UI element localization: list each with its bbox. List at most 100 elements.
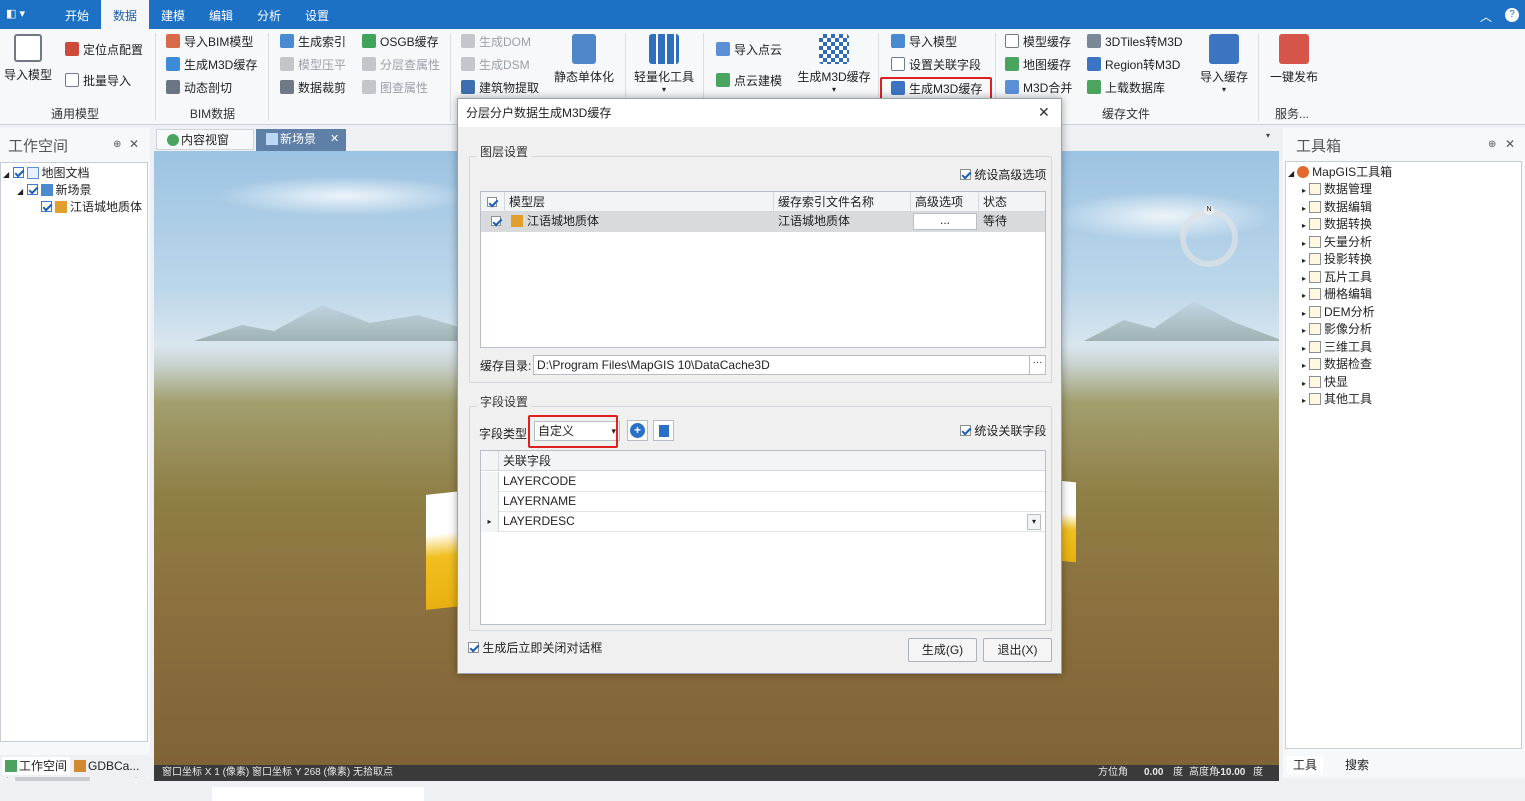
select-all-checkbox[interactable] [481, 192, 505, 212]
dynamic-section-button[interactable]: 动态剖切 [166, 78, 232, 98]
tree-node-toolbox-item[interactable]: ▸ 数据编辑 [1302, 199, 1372, 216]
point-cloud-modeling-button[interactable]: 点云建模 [716, 71, 782, 91]
tree-node-toolbox-item[interactable]: ▸ 数据管理 [1302, 181, 1372, 198]
app-menu-button[interactable]: ◧ ▾ [6, 7, 34, 23]
tree-node-toolbox-item[interactable]: ▸ 数据检查 [1302, 356, 1372, 373]
field-row[interactable]: LAYERNAME [481, 492, 1045, 512]
tab-analysis[interactable]: 分析 [246, 0, 292, 29]
tree-node-toolbox-item[interactable]: ▸ 其他工具 [1302, 391, 1372, 408]
tree-node-toolbox-item[interactable]: ▸ 瓦片工具 [1302, 269, 1372, 286]
expand-arrow-icon[interactable]: ▸ [1302, 396, 1306, 405]
field-row[interactable]: LAYERCODE [481, 472, 1045, 492]
pin-icon[interactable]: ⊕ [113, 139, 121, 150]
add-field-button[interactable]: + [627, 420, 648, 441]
tree-node-toolbox-item[interactable]: ▸ 矢量分析 [1302, 234, 1372, 251]
tab-new-scene[interactable]: 新场景 ✕ [256, 129, 346, 151]
close-icon[interactable]: ✕ [1038, 104, 1050, 121]
tree-node-toolbox-root[interactable]: ◢ MapGIS工具箱 [1288, 164, 1392, 181]
tree-node-toolbox-item[interactable]: ▸ 三维工具 [1302, 339, 1372, 356]
tree-node-toolbox-item[interactable]: ▸ 快显 [1302, 374, 1348, 391]
tab-data[interactable]: 数据 [101, 0, 149, 29]
checkbox[interactable] [26, 184, 38, 195]
upload-database-button[interactable]: 上载数据库 [1087, 78, 1165, 98]
exit-button[interactable]: 退出(X) [983, 638, 1052, 662]
advanced-option-checkbox[interactable]: 统设高级选项 [960, 167, 1046, 183]
azimuth-value: 0.00 [1144, 767, 1164, 778]
osgb-cache-button[interactable]: OSGB缓存 [362, 32, 439, 52]
model-cache-button[interactable]: 模型缓存 [1005, 32, 1071, 52]
dropdown-icon[interactable]: ▾ [1027, 514, 1041, 530]
pointcloud-m3d-cache-button[interactable]: 生成M3D缓存 ▾ [796, 34, 872, 94]
tree-node-toolbox-item[interactable]: ▸ 数据转换 [1302, 216, 1372, 233]
close-icon[interactable]: ✕ [330, 129, 339, 150]
set-related-field-button[interactable]: 设置关联字段 [891, 55, 981, 75]
region-to-m3d-button[interactable]: Region转M3D [1087, 55, 1180, 75]
expand-arrow-icon[interactable]: ▸ [1302, 361, 1306, 370]
lightweight-tools-button[interactable]: 轻量化工具 ▾ [632, 34, 696, 94]
tree-node-scene[interactable]: ◢ 新场景 [17, 182, 92, 199]
tree-node-map-doc[interactable]: ◢ 地图文档 [3, 165, 90, 182]
close-after-generate-checkbox[interactable]: 生成后立即关闭对话框 [468, 640, 602, 656]
import-cache-button[interactable]: 导入缓存 ▾ [1197, 34, 1251, 94]
dropdown-icon[interactable]: ▾ [1266, 131, 1270, 140]
expand-arrow-icon[interactable]: ▸ [1302, 309, 1306, 318]
checkbox[interactable] [41, 201, 52, 212]
bim-m3d-cache-button[interactable]: 生成M3D缓存 [166, 55, 257, 75]
expand-arrow-icon[interactable]: ▸ [1302, 204, 1306, 213]
tab-workspace[interactable]: 工作空间 [2, 757, 71, 775]
close-icon[interactable]: ✕ [129, 137, 139, 151]
building-extract-button[interactable]: 建筑物提取 [461, 78, 539, 98]
help-icon[interactable]: ? [1505, 8, 1519, 22]
tree-node-toolbox-item[interactable]: ▸ 投影转换 [1302, 251, 1372, 268]
tree-node-toolbox-item[interactable]: ▸ DEM分析 [1302, 304, 1375, 321]
cache-dir-input[interactable]: D:\Program Files\MapGIS 10\DataCache3D [533, 355, 1030, 375]
tab-modeling[interactable]: 建模 [150, 0, 196, 29]
tree-node-toolbox-item[interactable]: ▸ 栅格编辑 [1302, 286, 1372, 303]
field-row[interactable]: ▸ LAYERDESC ▾ [481, 512, 1045, 532]
tab-start[interactable]: 开始 [54, 0, 100, 29]
expand-arrow-icon[interactable]: ▸ [1302, 326, 1306, 335]
generate-button[interactable]: 生成(G) [908, 638, 977, 662]
tab-tools[interactable]: 工具 [1287, 756, 1323, 774]
locate-point-config-button[interactable]: 定位点配置 [65, 40, 143, 60]
pin-icon[interactable]: ⊕ [1488, 139, 1496, 150]
expand-arrow-icon[interactable]: ▸ [1302, 221, 1306, 230]
map-cache-button[interactable]: 地图缓存 [1005, 55, 1071, 75]
expand-arrow-icon[interactable]: ▸ [1302, 256, 1306, 265]
input-box[interactable] [212, 787, 424, 801]
expand-arrow-icon[interactable]: ▸ [1302, 379, 1306, 388]
m3d-merge-button[interactable]: M3D合并 [1005, 78, 1072, 98]
close-icon[interactable]: ✕ [1505, 137, 1515, 151]
3dtiles-to-m3d-button[interactable]: 3DTiles转M3D [1087, 32, 1183, 52]
tab-search[interactable]: 搜索 [1345, 756, 1369, 774]
unified-field-checkbox[interactable]: 统设关联字段 [960, 423, 1046, 439]
batch-import-button[interactable]: 批量导入 [65, 71, 131, 91]
advanced-options-button[interactable]: ... [913, 213, 977, 230]
tab-gdbcatalog[interactable]: GDBCa... [74, 757, 139, 775]
build-index-button[interactable]: 生成索引 [280, 32, 346, 52]
import-model-small-button[interactable]: 导入模型 [891, 32, 957, 52]
tree-node-layer[interactable]: 江语城地质体 [41, 199, 142, 216]
one-click-publish-button[interactable]: 一键发布 [1265, 34, 1323, 85]
compass-icon[interactable]: N [1180, 205, 1238, 267]
import-bim-button[interactable]: 导入BIM模型 [166, 32, 253, 52]
table-row[interactable]: 江语城地质体 江语城地质体 ... 等待 [481, 212, 1045, 232]
import-point-cloud-button[interactable]: 导入点云 [716, 40, 782, 60]
static-monomer-button[interactable]: 静态单体化 [552, 34, 616, 85]
browse-button[interactable]: ··· [1029, 355, 1046, 375]
checkbox[interactable] [12, 167, 24, 178]
expand-arrow-icon[interactable]: ▸ [1302, 344, 1306, 353]
delete-field-button[interactable] [653, 420, 674, 441]
tree-node-toolbox-item[interactable]: ▸ 影像分析 [1302, 321, 1372, 338]
import-model-button[interactable]: 导入模型 [2, 34, 54, 83]
expand-arrow-icon[interactable]: ▸ [1302, 274, 1306, 283]
tab-settings[interactable]: 设置 [294, 0, 340, 29]
data-clip-button[interactable]: 数据裁剪 [280, 78, 346, 98]
expand-arrow-icon[interactable]: ▸ [1302, 186, 1306, 195]
expand-arrow-icon[interactable]: ▸ [1302, 291, 1306, 300]
expand-arrow-icon[interactable]: ▸ [1302, 239, 1306, 248]
chevron-up-icon[interactable]: ︿ [1480, 8, 1492, 25]
tab-content-view[interactable]: 内容视窗 [156, 129, 254, 150]
row-checkbox[interactable] [487, 212, 501, 231]
tab-edit[interactable]: 编辑 [197, 0, 245, 29]
